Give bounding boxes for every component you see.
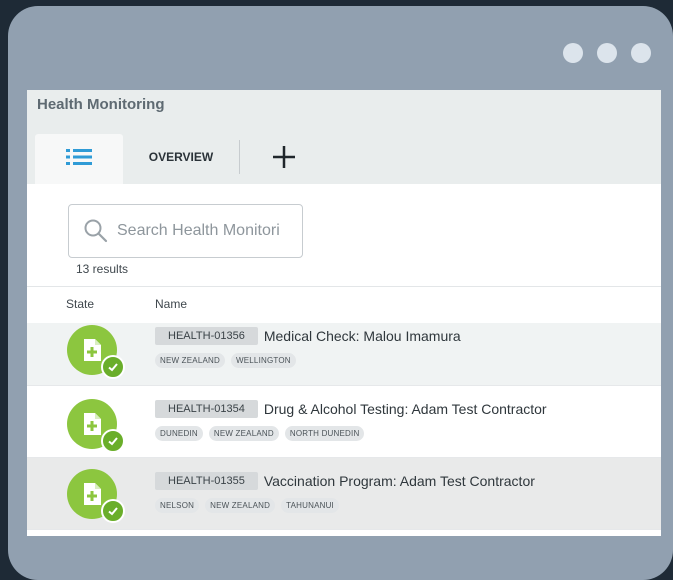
row-info: HEALTH-01354 Drug & Alcohol Testing: Adam… <box>155 400 547 442</box>
location-tag: WELLINGTON <box>231 353 296 369</box>
row-info: HEALTH-01356 Medical Check: Malou Imamura… <box>155 327 461 369</box>
location-tag: TAHUNANUI <box>281 498 339 514</box>
window-dot[interactable] <box>563 43 583 63</box>
tag-list: NEW ZEALAND WELLINGTON <box>155 353 461 369</box>
column-header-name[interactable]: Name <box>155 297 187 311</box>
location-tag: NELSON <box>155 498 200 514</box>
record-title[interactable]: Vaccination Program: Adam Test Contracto… <box>264 473 535 489</box>
tab-list-view[interactable] <box>35 134 123 184</box>
column-header-state[interactable]: State <box>66 297 94 311</box>
location-tag: NEW ZEALAND <box>208 426 279 442</box>
tag-list: DUNEDIN NEW ZEALAND NORTH DUNEDIN <box>155 426 547 442</box>
record-title[interactable]: Drug & Alcohol Testing: Adam Test Contra… <box>264 401 547 417</box>
health-monitoring-panel: Health Monitoring OVERVIEW Search Health… <box>27 90 661 536</box>
table-row[interactable]: HEALTH-01355 Vaccination Program: Adam Te… <box>27 458 661 530</box>
check-icon <box>101 499 125 523</box>
search-input[interactable] <box>117 222 297 240</box>
record-id-badge: HEALTH-01355 <box>155 472 258 490</box>
plus-icon <box>272 145 296 174</box>
state-indicator <box>67 399 125 453</box>
check-icon <box>101 355 125 379</box>
page-title: Health Monitoring <box>37 96 165 113</box>
row-info: HEALTH-01355 Vaccination Program: Adam Te… <box>155 472 535 514</box>
table-header: State Name <box>27 286 661 324</box>
record-id-badge: HEALTH-01356 <box>155 327 258 345</box>
search-icon <box>83 218 109 244</box>
window-dots <box>563 43 651 63</box>
results-count: 13 results <box>76 262 129 276</box>
location-tag: NEW ZEALAND <box>155 353 225 369</box>
record-id-badge: HEALTH-01354 <box>155 400 258 418</box>
search-box <box>68 204 303 258</box>
tab-bar: OVERVIEW <box>35 134 328 184</box>
tag-list: NELSON NEW ZEALAND TAHUNANUI <box>155 498 535 514</box>
location-tag: DUNEDIN <box>155 426 203 442</box>
table-row[interactable]: HEALTH-01356 Medical Check: Malou Imamura… <box>27 323 661 386</box>
record-title[interactable]: Medical Check: Malou Imamura <box>264 328 461 344</box>
location-tag: NEW ZEALAND <box>205 498 276 514</box>
tab-overview[interactable]: OVERVIEW <box>123 140 240 174</box>
window-dot[interactable] <box>631 43 651 63</box>
window-dot[interactable] <box>597 43 617 63</box>
state-indicator <box>67 469 125 523</box>
header: Health Monitoring OVERVIEW <box>27 90 661 184</box>
add-tab-button[interactable] <box>240 134 328 184</box>
table-row[interactable]: HEALTH-01354 Drug & Alcohol Testing: Adam… <box>27 386 661 458</box>
list-icon <box>64 148 94 171</box>
location-tag: NORTH DUNEDIN <box>284 426 365 442</box>
state-indicator <box>67 325 125 379</box>
check-icon <box>101 429 125 453</box>
